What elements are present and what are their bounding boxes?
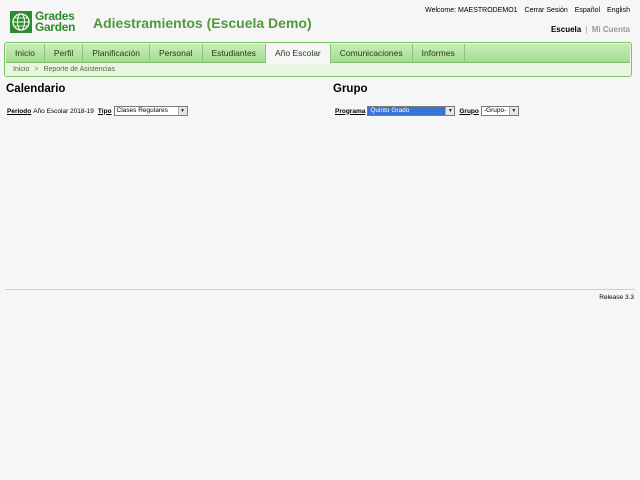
main-navigation: Inicio Perfil Planificación Personal Est… xyxy=(4,42,632,77)
tab-inicio[interactable]: Inicio xyxy=(6,44,45,63)
group-label: Grupo xyxy=(459,107,479,115)
tab-personal[interactable]: Personal xyxy=(150,44,203,63)
globe-logo-icon xyxy=(10,11,32,33)
program-select[interactable]: Quinto Grado ▼ xyxy=(367,106,456,116)
tab-comunicaciones[interactable]: Comunicaciones xyxy=(331,44,413,63)
welcome-text: Welcome: MAESTRODEMO1 xyxy=(425,7,518,14)
group-select[interactable]: -Grupo- ▼ xyxy=(480,106,519,116)
chevron-down-icon: ▼ xyxy=(445,107,455,115)
top-links: Welcome: MAESTRODEMO1 Cerrar Sesión Espa… xyxy=(425,7,630,14)
school-link[interactable]: Escuela xyxy=(551,25,581,34)
logo-text: Grades Garden xyxy=(35,9,76,34)
account-separator: | xyxy=(585,25,588,34)
grades-garden-logo[interactable]: Grades Garden xyxy=(10,9,80,34)
release-version: Release 3.3 xyxy=(599,294,634,301)
english-link[interactable]: English xyxy=(607,7,630,14)
calendario-filters: Periodo Año Escolar 2018-19 Tipo Clases … xyxy=(7,106,188,116)
chevron-down-icon: ▼ xyxy=(177,107,187,115)
tab-estudiantes[interactable]: Estudiantes xyxy=(203,44,266,63)
tab-ano-escolar[interactable]: Año Escolar xyxy=(265,44,331,64)
nav-tabs: Inicio Perfil Planificación Personal Est… xyxy=(6,44,630,64)
tab-planificacion[interactable]: Planificación xyxy=(83,44,150,63)
calendario-heading: Calendario xyxy=(6,83,66,95)
program-label: Programa xyxy=(335,107,366,115)
period-label: Periodo xyxy=(7,107,32,115)
chevron-down-icon: ▼ xyxy=(508,107,518,115)
program-select-value: Quinto Grado xyxy=(370,107,410,114)
period-value: Año Escolar 2018-19 xyxy=(33,107,94,115)
account-switch: Escuela | Mi Cuenta xyxy=(551,25,630,34)
breadcrumb-separator: > xyxy=(34,66,39,73)
tab-informes[interactable]: Informes xyxy=(413,44,465,63)
grupo-heading: Grupo xyxy=(333,83,368,95)
type-label: Tipo xyxy=(97,107,112,115)
type-select-value: Clases Regulares xyxy=(116,107,168,114)
group-select-value: -Grupo- xyxy=(483,107,507,114)
tab-perfil[interactable]: Perfil xyxy=(45,44,84,63)
footer-divider xyxy=(5,289,635,290)
spanish-link[interactable]: Español xyxy=(575,7,600,14)
breadcrumb: Inicio > Reporte de Asistencias xyxy=(13,66,115,73)
type-select[interactable]: Clases Regulares ▼ xyxy=(113,106,188,116)
my-account-link[interactable]: Mi Cuenta xyxy=(592,25,630,34)
breadcrumb-home-link[interactable]: Inicio xyxy=(13,66,29,73)
breadcrumb-current: Reporte de Asistencias xyxy=(43,66,116,73)
school-title: Adiestramientos (Escuela Demo) xyxy=(93,15,312,31)
grupo-filters: Programa Quinto Grado ▼ Grupo -Grupo- ▼ xyxy=(335,106,519,116)
logout-link[interactable]: Cerrar Sesión xyxy=(525,7,568,14)
